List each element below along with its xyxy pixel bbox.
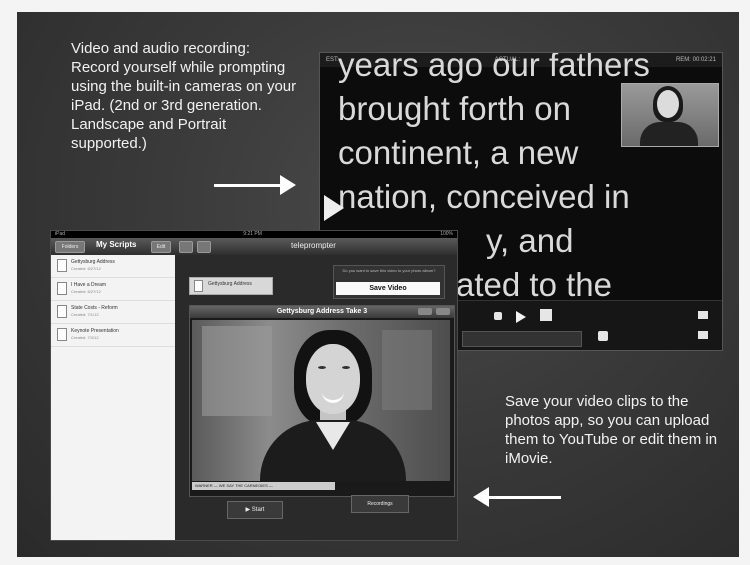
est-label: EST: — [326, 57, 339, 63]
arrow-right-icon — [214, 175, 296, 195]
document-icon — [57, 259, 67, 272]
device-label: iPad — [55, 231, 66, 237]
save-hint: Do you want to save this video to your p… — [342, 268, 436, 273]
navigation-bar: Folders My Scripts Edit teleprompter — [51, 238, 457, 255]
person-face — [306, 344, 360, 414]
background-shape — [382, 330, 432, 410]
remaining-label: REM: 00:02:21 — [675, 57, 716, 63]
ipad-status-bar: iPad 9:21 PM 100% — [51, 231, 457, 238]
arrow-left-icon — [473, 487, 561, 507]
add-icon[interactable] — [179, 241, 193, 253]
script-date: Created: 6/27/12 — [71, 266, 101, 271]
slide: Video and audio recording: Record yourse… — [17, 12, 739, 557]
recordings-button[interactable]: Recordings — [351, 495, 409, 513]
settings-icon[interactable] — [698, 311, 708, 319]
scripts-title: My Scripts — [96, 240, 137, 249]
script-title: Gettysburg Address — [71, 259, 115, 265]
app-logo: teleprompter — [291, 241, 336, 250]
save-video-button[interactable]: Save Video — [336, 282, 440, 295]
play-icon[interactable] — [516, 311, 526, 323]
person-body — [640, 122, 698, 146]
lock-icon[interactable] — [494, 312, 502, 320]
script-title: Keynote Presentation — [71, 328, 119, 334]
script-card-title: Gettysburg Address — [208, 281, 252, 287]
person-eye — [342, 366, 350, 369]
script-date: Created: 6/27/12 — [71, 289, 101, 294]
camera-icon[interactable] — [598, 331, 608, 341]
recording-caption: Video and audio recording: Record yourse… — [71, 40, 297, 152]
script-title: I Have a Dream — [71, 282, 107, 288]
subtitle-strip: WARNER — WE SAY THE CARNEGIES — — [192, 482, 335, 490]
edit-button[interactable]: Edit — [151, 241, 171, 253]
document-icon — [57, 282, 67, 295]
script-line: brought forth on — [338, 90, 571, 127]
speed-slider[interactable] — [462, 331, 582, 347]
document-icon — [194, 280, 203, 292]
record-icon[interactable] — [540, 309, 552, 321]
scripts-sidebar: Gettysburg Address Created: 6/27/12 I Ha… — [51, 255, 175, 540]
video-take-panel: Gettysburg Address Take 3 WARNER — WE SA… — [189, 305, 455, 497]
save-caption: Save your video clips to the photos app,… — [505, 393, 718, 467]
clock-label: 9:21 PM — [243, 231, 262, 237]
share-icon[interactable] — [418, 308, 432, 315]
share-icon[interactable] — [197, 241, 211, 253]
save-popover: Do you want to save this video to your p… — [333, 265, 445, 299]
list-item[interactable]: State Costs - Reform Created: 7/1/12 — [51, 301, 175, 324]
document-icon — [57, 305, 67, 318]
script-card[interactable]: Gettysburg Address — [189, 277, 273, 295]
script-date: Created: 7/3/12 — [71, 335, 99, 340]
script-line: years ago our fathers — [338, 52, 650, 83]
take-title: Gettysburg Address Take 3 — [276, 308, 368, 315]
person-face — [657, 90, 679, 118]
battery-label: 100% — [440, 231, 453, 237]
camera-preview[interactable] — [621, 83, 719, 147]
video-frame[interactable] — [192, 320, 450, 481]
list-item[interactable]: Gettysburg Address Created: 6/27/12 — [51, 255, 175, 278]
script-title: State Costs - Reform — [71, 305, 118, 311]
document-icon — [57, 328, 67, 341]
person-eye — [318, 366, 326, 369]
folders-button[interactable]: Folders — [55, 241, 85, 253]
script-line: continent, a new — [338, 134, 579, 171]
list-item[interactable]: Keynote Presentation Created: 7/3/12 — [51, 324, 175, 347]
script-content-area: Gettysburg Address Do you want to save t… — [175, 255, 457, 540]
background-shape — [202, 326, 272, 416]
position-marker-icon — [324, 195, 344, 221]
mirror-icon[interactable] — [698, 331, 708, 339]
script-date: Created: 7/1/12 — [71, 312, 99, 317]
done-button[interactable] — [436, 308, 450, 315]
take-title-bar: Gettysburg Address Take 3 — [190, 306, 454, 318]
list-item[interactable]: I Have a Dream Created: 6/27/12 — [51, 278, 175, 301]
ipad-scripts-screen: iPad 9:21 PM 100% Folders My Scripts Edi… — [50, 230, 458, 541]
start-button[interactable]: ▶ Start — [227, 501, 283, 519]
script-line: nation, conceived in — [338, 178, 630, 215]
